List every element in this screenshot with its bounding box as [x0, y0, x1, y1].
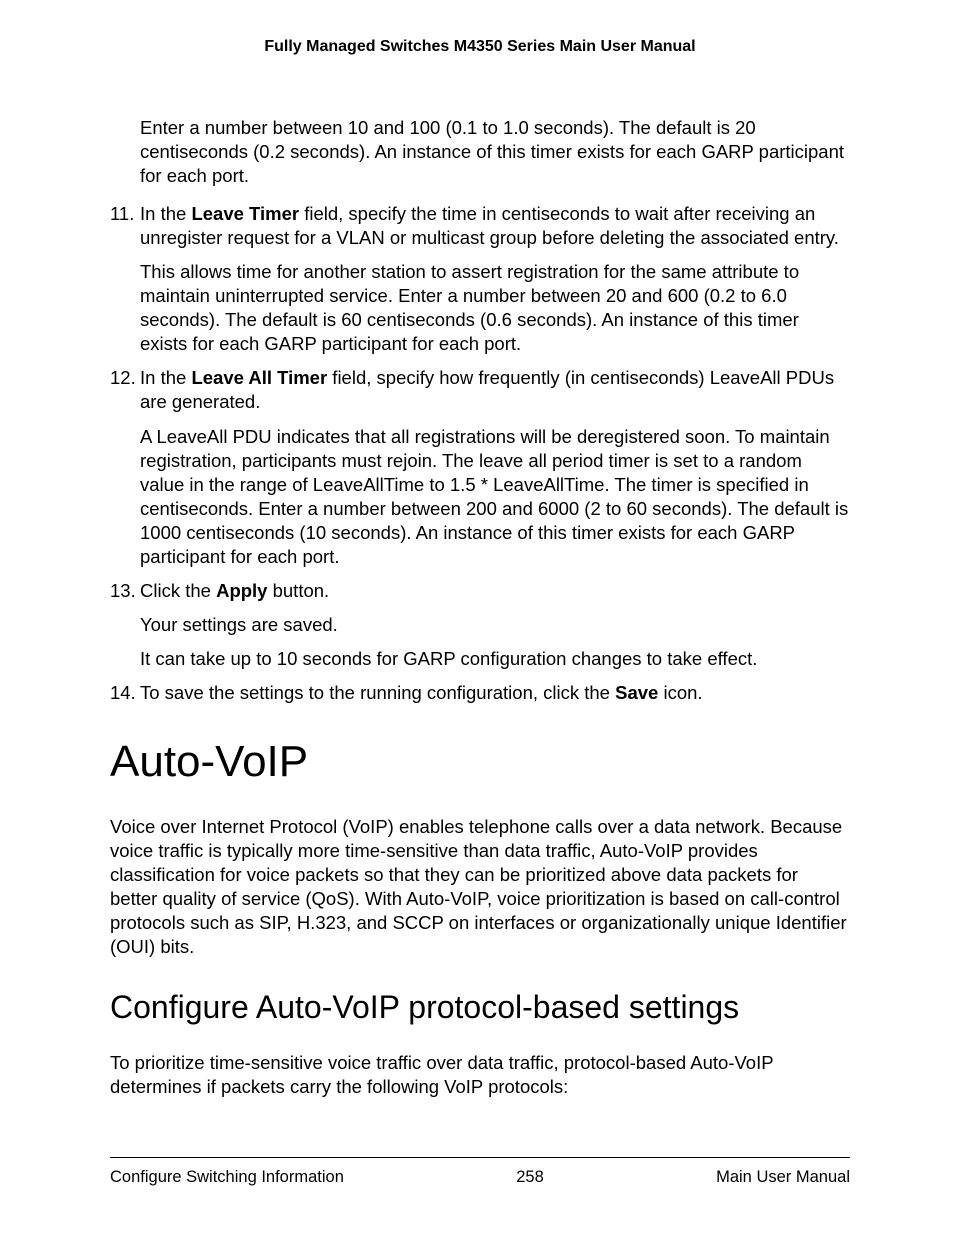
- page-header-title: Fully Managed Switches M4350 Series Main…: [110, 38, 850, 56]
- step-12-number: 12.: [110, 366, 140, 414]
- step-12-text: In the Leave All Timer field, specify ho…: [140, 366, 850, 414]
- step-13-text: Click the Apply button.: [140, 579, 850, 603]
- footer-right: Main User Manual: [716, 1168, 850, 1187]
- step-13-t2: button.: [267, 580, 329, 601]
- step-11-text: In the Leave Timer field, specify the ti…: [140, 202, 850, 250]
- step-11-number: 11.: [110, 202, 140, 250]
- step-12-t1: In the: [140, 367, 191, 388]
- page-footer: Configure Switching Information 258 Main…: [110, 1157, 850, 1187]
- heading-configure-autovoip: Configure Auto-VoIP protocol-based setti…: [110, 987, 850, 1027]
- page-content: Fully Managed Switches M4350 Series Main…: [110, 38, 850, 1113]
- heading-auto-voip: Auto-VoIP: [110, 737, 850, 787]
- footer-left: Configure Switching Information: [110, 1168, 344, 1187]
- step-14-t1: To save the settings to the running conf…: [140, 682, 615, 703]
- step-11-bold: Leave Timer: [191, 203, 299, 224]
- step-13: 13. Click the Apply button.: [110, 579, 850, 603]
- step-13-sub1: Your settings are saved.: [140, 613, 850, 637]
- step-14-number: 14.: [110, 681, 140, 705]
- step-13-sub2: It can take up to 10 seconds for GARP co…: [140, 647, 850, 671]
- step-13-number: 13.: [110, 579, 140, 603]
- step-13-t1: Click the: [140, 580, 216, 601]
- step-13-bold: Apply: [216, 580, 267, 601]
- intro-paragraph: Enter a number between 10 and 100 (0.1 t…: [140, 116, 850, 188]
- step-12: 12. In the Leave All Timer field, specif…: [110, 366, 850, 414]
- step-14-text: To save the settings to the running conf…: [140, 681, 850, 705]
- configure-paragraph: To prioritize time-sensitive voice traff…: [110, 1051, 850, 1099]
- step-12-sub: A LeaveAll PDU indicates that all regist…: [140, 425, 850, 569]
- step-14-t2: icon.: [658, 682, 702, 703]
- step-14-bold: Save: [615, 682, 658, 703]
- step-11: 11. In the Leave Timer field, specify th…: [110, 202, 850, 250]
- autovoip-paragraph: Voice over Internet Protocol (VoIP) enab…: [110, 815, 850, 959]
- step-11-sub: This allows time for another station to …: [140, 260, 850, 356]
- step-14: 14. To save the settings to the running …: [110, 681, 850, 705]
- step-11-t1: In the: [140, 203, 191, 224]
- step-12-bold: Leave All Timer: [191, 367, 327, 388]
- footer-page-number: 258: [516, 1168, 544, 1187]
